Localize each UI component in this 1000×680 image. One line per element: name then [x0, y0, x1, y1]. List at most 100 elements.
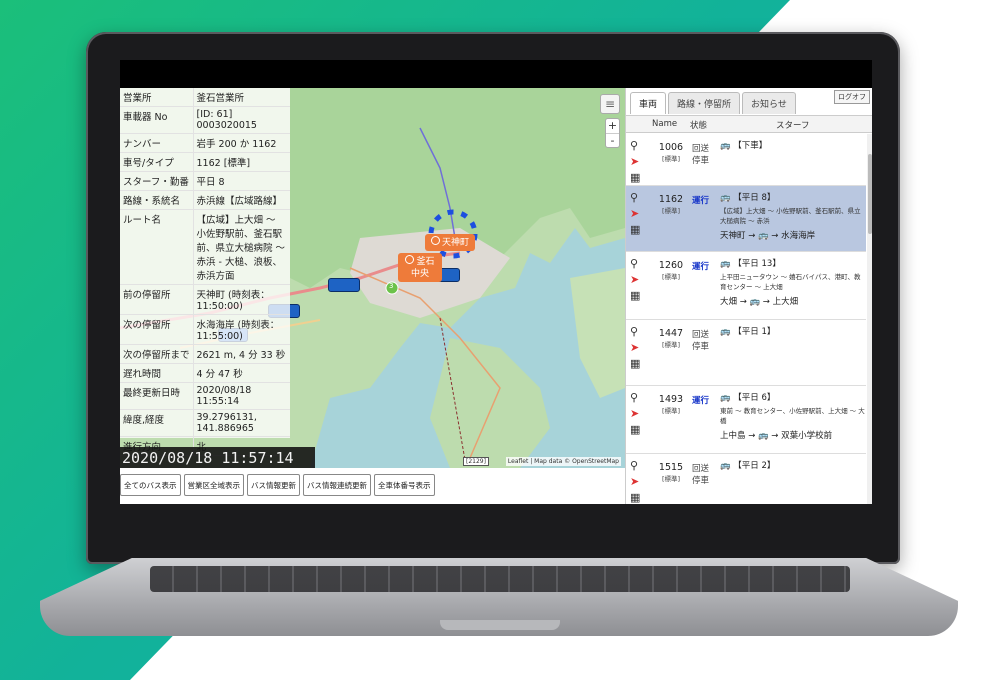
- magnifier-icon[interactable]: ⚲: [630, 324, 648, 340]
- tab-notices[interactable]: お知らせ: [742, 92, 796, 114]
- timetable-icon[interactable]: ▦: [630, 288, 648, 304]
- pin-icon[interactable]: ➤: [630, 272, 648, 288]
- row-icons: ⚲ ➤ ▦: [630, 390, 648, 438]
- info-row: 車載器 No [ID: 61] 0003020015: [120, 106, 290, 134]
- info-row: 車号/タイプ 1162 [標準]: [120, 152, 290, 172]
- vehicle-row[interactable]: ⚲ ➤ ▦ 1515 [標準] 回送 停車 🚌 【平日 2】: [626, 454, 866, 504]
- vehicle-panel: 車両 路線・停留所 お知らせ ログオフ Name 状態 スターフ ⚲ ➤ ▦ 1006…: [625, 88, 872, 504]
- staff-label: 🚌 【平日 13】: [720, 258, 866, 270]
- vehicle-name: 1260 [標準]: [656, 260, 686, 281]
- row-icons: ⚲ ➤ ▦: [630, 138, 648, 186]
- pin-icon[interactable]: ➤: [630, 154, 648, 170]
- zoom-in-button[interactable]: +: [606, 119, 619, 134]
- logout-button[interactable]: ログオフ: [834, 90, 870, 104]
- pin-icon[interactable]: ➤: [630, 406, 648, 422]
- vehicle-status: 運行: [692, 396, 710, 406]
- staff-name: 【平日 8】: [733, 193, 776, 203]
- route-tag: [2129]: [463, 457, 489, 466]
- pin-icon[interactable]: ➤: [630, 206, 648, 222]
- zoom-control[interactable]: + -: [605, 118, 620, 148]
- scrollbar-thumb[interactable]: [868, 154, 872, 234]
- timetable-icon[interactable]: ▦: [630, 422, 648, 438]
- magnifier-icon[interactable]: ⚲: [630, 390, 648, 406]
- info-row: 次の停留所まで 2621 m, 4 分 33 秒: [120, 344, 290, 364]
- map-attribution: Leaflet | Map data © OpenStreetMap: [505, 457, 621, 466]
- vehicle-number: 1447: [658, 328, 684, 339]
- vehicle-status: 運行: [692, 196, 710, 206]
- scrollbar[interactable]: [867, 134, 872, 504]
- stop-label-tenjincho[interactable]: 天神町: [425, 234, 475, 251]
- magnifier-icon[interactable]: ⚲: [630, 256, 648, 272]
- show-all-area-button[interactable]: 営業区全域表示: [183, 474, 244, 496]
- staff-name: 【平日 1】: [733, 327, 776, 337]
- timetable-icon[interactable]: ▦: [630, 222, 648, 238]
- show-all-buses-button[interactable]: 全てのバス表示: [120, 474, 181, 496]
- cluster-count[interactable]: 3: [389, 282, 393, 290]
- bus-icon: 🚌: [720, 327, 731, 337]
- vehicle-number: 1260: [658, 260, 684, 271]
- vehicle-row[interactable]: ⚲ ➤ ▦ 1006 [標準] 回送 停車 🚌 【下車】: [626, 134, 866, 186]
- timetable-icon[interactable]: ▦: [630, 170, 648, 186]
- stop-label-kamaishi-chuo[interactable]: 釜石中央: [398, 253, 442, 282]
- pin-icon[interactable]: ➤: [630, 474, 648, 490]
- vehicle-row[interactable]: ⚲ ➤ ▦ 1493 [標準] 運行 🚌 【平日 6】東前 ～ 教育センター、小佐野駅前、上…: [626, 386, 866, 454]
- vehicle-name: 1162 [標準]: [656, 194, 686, 215]
- vehicle-number: 1493: [658, 394, 684, 405]
- info-value: 【広域】上大畑 ～ 小佐野駅前、釜石駅前、県立大槌病院 ～ 赤浜 - 大槌、浪板…: [193, 209, 290, 285]
- staff-label: 🚌 【平日 8】: [720, 192, 866, 204]
- bus-marker[interactable]: [328, 278, 360, 292]
- info-value: 天神町 (時刻表：11:50:00): [193, 284, 290, 315]
- vehicle-row[interactable]: ⚲ ➤ ▦ 1447 [標準] 回送 停車 🚌 【平日 1】: [626, 320, 866, 386]
- laptop-keyboard: [150, 566, 850, 592]
- vehicle-list: ⚲ ➤ ▦ 1006 [標準] 回送 停車 🚌 【下車】 ⚲ ➤ ▦ 1162 [標準] 運行 🚌 【平日…: [626, 134, 866, 504]
- update-bus-info-button[interactable]: バス情報更新: [247, 474, 300, 496]
- vehicle-row[interactable]: ⚲ ➤ ▦ 1162 [標準] 運行 🚌 【平日 8】 【広域】上大畑 ～ 小佐野駅前、釜石駅…: [626, 186, 866, 252]
- info-value: 岩手 200 か 1162: [193, 133, 290, 153]
- info-value: 39.2796131, 141.886965: [193, 409, 290, 437]
- clock-icon: [405, 255, 415, 264]
- staff-label: 🚌 【平日 6】: [720, 392, 866, 404]
- tab-vehicles[interactable]: 車両: [630, 92, 667, 114]
- magnifier-icon[interactable]: ⚲: [630, 458, 648, 474]
- info-row: 遅れ時間 4 分 47 秒: [120, 363, 290, 383]
- pin-icon[interactable]: ➤: [630, 340, 648, 356]
- vehicle-status: 回送 停車: [692, 464, 710, 486]
- vehicle-number: 1162: [658, 194, 684, 205]
- stop-sequence: 天神町 → 🚌 → 水海海岸: [720, 231, 816, 241]
- vehicle-number: 1515: [658, 462, 684, 473]
- vehicle-type: [標準]: [661, 475, 681, 483]
- tab-routes-stops[interactable]: 路線・停留所: [668, 92, 741, 114]
- vehicle-name: 1493 [標準]: [656, 394, 686, 415]
- zoom-out-button[interactable]: -: [606, 134, 619, 148]
- continuous-update-button[interactable]: バス情報連続更新: [303, 474, 371, 496]
- header-staff[interactable]: スターフ: [776, 119, 810, 131]
- vehicle-row[interactable]: ⚲ ➤ ▦ 1260 [標準] 運行 🚌 【平日 13】 上平田ニュータウン ～ 嬉石バイパス…: [626, 252, 866, 320]
- info-value: [ID: 61] 0003020015: [193, 106, 290, 134]
- route-description: 上平田ニュータウン ～ 嬉石バイパス、港町、教育センター ～ 上大畑: [720, 273, 861, 291]
- show-vehicle-numbers-button[interactable]: 全車体番号表示: [374, 474, 435, 496]
- header-name[interactable]: Name: [652, 119, 677, 129]
- bus-icon: 🚌: [720, 461, 731, 471]
- info-row: スターフ・勤番 平日 8: [120, 171, 290, 191]
- magnifier-icon[interactable]: ⚲: [630, 190, 648, 206]
- info-key: スターフ・勤番: [120, 171, 194, 191]
- vehicle-type: [標準]: [661, 155, 681, 163]
- staff-name: 【平日 2】: [733, 461, 776, 471]
- timetable-icon[interactable]: ▦: [630, 490, 648, 504]
- layers-icon[interactable]: ≡: [600, 94, 620, 114]
- magnifier-icon[interactable]: ⚲: [630, 138, 648, 154]
- info-key: 次の停留所: [120, 314, 194, 345]
- row-icons: ⚲ ➤ ▦: [630, 458, 648, 504]
- info-key: 緯度,経度: [120, 409, 194, 437]
- clock-icon: [430, 236, 440, 245]
- map-view[interactable]: 3 天神町 釜石中央 [2129] ≡ + - Leaflet | Map da…: [120, 88, 625, 468]
- route-description: 東前 ～ 教育センター、小佐野駅前、上大畑 ～ 大橋: [720, 407, 865, 425]
- info-value: 1162 [標準]: [193, 152, 290, 172]
- stop-sequence: 上中島 → 🚌 → 双葉小学校前: [720, 431, 833, 441]
- timetable-icon[interactable]: ▦: [630, 356, 648, 372]
- vehicle-staff: 🚌 【平日 6】東前 ～ 教育センター、小佐野駅前、上大畑 ～ 大橋上中島 → …: [720, 392, 866, 442]
- bus-icon: 🚌: [720, 393, 731, 403]
- info-key: 車載器 No: [120, 106, 194, 134]
- header-status[interactable]: 状態: [690, 119, 707, 131]
- row-icons: ⚲ ➤ ▦: [630, 256, 648, 304]
